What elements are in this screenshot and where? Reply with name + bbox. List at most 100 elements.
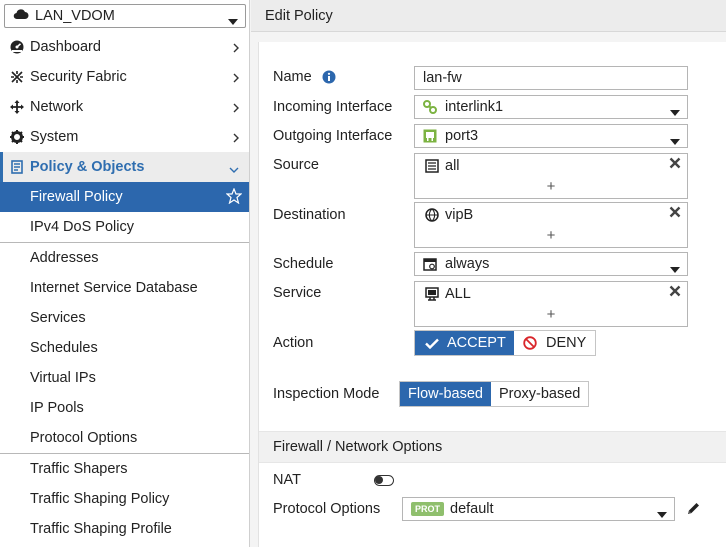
nat-toggle[interactable] [374, 475, 394, 486]
protocol-options-label: Protocol Options [273, 501, 381, 517]
interface-link-icon [423, 100, 437, 114]
remove-service-icon[interactable] [669, 285, 681, 301]
incoming-interface-label: Incoming Interface [273, 99, 393, 115]
address-icon [425, 159, 439, 173]
service-value: ALL [445, 286, 471, 302]
sidebar-item-dashboard[interactable]: Dashboard [0, 32, 249, 62]
deny-icon [523, 336, 537, 350]
sidebar-item-ipv4-dos-policy[interactable]: IPv4 DoS Policy [0, 212, 249, 242]
service-icon [425, 287, 439, 301]
sidebar-item-system[interactable]: System [0, 122, 249, 152]
sidebar-item-label: Services [30, 310, 86, 326]
chevron-right-icon [233, 41, 239, 57]
sidebar-item-policy-objects[interactable]: Policy & Objects [0, 152, 249, 182]
chevron-right-icon [233, 131, 239, 147]
service-label: Service [273, 285, 322, 301]
gear-icon [8, 130, 26, 144]
remove-destination-icon[interactable] [669, 206, 681, 222]
sidebar-item-label: Network [30, 99, 84, 115]
service-entry: ALL [425, 286, 471, 302]
sidebar-item-ip-pools[interactable]: IP Pools [0, 393, 249, 423]
sidebar-item-schedules[interactable]: Schedules [0, 333, 249, 363]
caret-down-icon [657, 506, 667, 522]
deny-button[interactable]: DENY [514, 331, 595, 355]
sidebar-item-traffic-shaping-policy[interactable]: Traffic Shaping Policy [0, 484, 249, 514]
incoming-interface-value: interlink1 [445, 99, 504, 115]
sidebar-item-label: Virtual IPs [30, 370, 96, 386]
section-title: Firewall / Network Options [273, 439, 443, 455]
destination-entry: vipB [425, 207, 473, 223]
protocol-badge: PROT [411, 502, 445, 516]
info-icon[interactable] [322, 70, 336, 84]
sidebar-item-network[interactable]: Network [0, 92, 249, 122]
sidebar-item-label: Internet Service Database [30, 280, 198, 296]
schedule-value: always [445, 256, 490, 272]
dashboard-icon [8, 40, 26, 54]
inspection-mode-toggle: Flow-based Proxy-based [399, 381, 590, 407]
outgoing-interface-value: port3 [445, 128, 479, 144]
source-label: Source [273, 157, 319, 173]
nat-label: NAT [273, 472, 301, 488]
protocol-options-select[interactable]: PROT default [402, 497, 675, 521]
sidebar: LAN_VDOM Dashboard Security Fabric Netwo… [0, 0, 250, 547]
name-value: lan-fw [423, 70, 462, 86]
sidebar-item-label: IP Pools [30, 400, 84, 416]
sidebar-item-traffic-shapers[interactable]: Traffic Shapers [0, 454, 249, 484]
destination-label: Destination [273, 207, 346, 223]
sidebar-item-firewall-policy[interactable]: Firewall Policy [0, 182, 249, 212]
sidebar-item-protocol-options[interactable]: Protocol Options [0, 423, 249, 453]
caret-down-icon [228, 13, 238, 29]
edit-pencil-icon[interactable] [686, 501, 701, 516]
sidebar-item-virtual-ips[interactable]: Virtual IPs [0, 363, 249, 393]
protocol-options-value: default [450, 501, 494, 517]
sidebar-item-security-fabric[interactable]: Security Fabric [0, 62, 249, 92]
schedule-label: Schedule [273, 256, 334, 272]
sidebar-item-addresses[interactable]: Addresses [0, 243, 249, 273]
name-label-row: Name [273, 69, 336, 85]
source-field[interactable]: all + [414, 153, 688, 199]
sidebar-item-internet-service-database[interactable]: Internet Service Database [0, 273, 249, 303]
chevron-right-icon [233, 101, 239, 117]
flow-based-button[interactable]: Flow-based [400, 382, 491, 406]
caret-down-icon [670, 261, 680, 277]
page-header: Edit Policy [251, 0, 726, 32]
action-toggle: ACCEPT DENY [414, 330, 596, 356]
outgoing-interface-select[interactable]: port3 [414, 124, 688, 148]
sidebar-item-label: Traffic Shapers [30, 461, 128, 477]
sidebar-item-label: Policy & Objects [30, 159, 145, 175]
deny-label: DENY [546, 335, 587, 351]
security-fabric-icon [8, 70, 26, 84]
sidebar-item-services[interactable]: Services [0, 303, 249, 333]
add-source-button[interactable]: + [415, 178, 687, 195]
sidebar-item-label: Traffic Shaping Profile [30, 521, 172, 537]
schedule-select[interactable]: always [414, 252, 688, 276]
sidebar-item-label: Traffic Shaping Policy [30, 491, 170, 507]
policy-icon [8, 160, 26, 174]
sidebar-item-label: Protocol Options [30, 430, 138, 446]
firewall-network-options-header: Firewall / Network Options [259, 431, 726, 463]
incoming-interface-select[interactable]: interlink1 [414, 95, 688, 119]
destination-field[interactable]: vipB + [414, 202, 688, 248]
vdom-selector[interactable]: LAN_VDOM [4, 4, 246, 28]
source-entry: all [425, 158, 460, 174]
port-icon [423, 129, 437, 143]
proxy-based-button[interactable]: Proxy-based [490, 382, 589, 406]
chevron-right-icon [233, 71, 239, 87]
vip-icon [425, 208, 439, 222]
outgoing-interface-label: Outgoing Interface [273, 128, 393, 144]
name-input[interactable]: lan-fw [414, 66, 688, 90]
calendar-icon [423, 257, 437, 271]
add-destination-button[interactable]: + [415, 227, 687, 244]
accept-label: ACCEPT [447, 335, 506, 351]
star-icon[interactable] [225, 187, 243, 208]
accept-button[interactable]: ACCEPT [415, 331, 514, 355]
caret-down-icon [670, 133, 680, 149]
inspection-mode-label: Inspection Mode [273, 386, 380, 402]
sidebar-item-label: Dashboard [30, 39, 101, 55]
service-field[interactable]: ALL + [414, 281, 688, 327]
destination-value: vipB [445, 207, 474, 223]
add-service-button[interactable]: + [415, 306, 687, 323]
page-title: Edit Policy [265, 7, 333, 24]
sidebar-item-traffic-shaping-profile[interactable]: Traffic Shaping Profile [0, 514, 249, 544]
remove-source-icon[interactable] [669, 157, 681, 173]
